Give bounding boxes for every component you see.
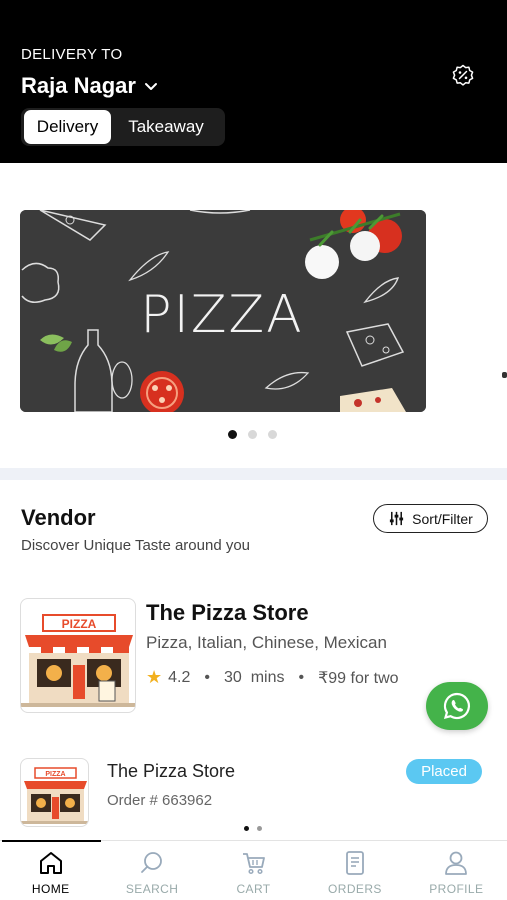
order-pagination	[244, 826, 262, 831]
home-icon	[39, 852, 62, 874]
nav-home[interactable]: HOME	[0, 840, 102, 900]
nav-search-label: SEARCH	[125, 882, 179, 896]
pagination-dot[interactable]	[268, 430, 277, 439]
pagination-dot[interactable]	[244, 826, 249, 831]
promo-banner[interactable]: PIZZA	[20, 210, 426, 412]
orders-icon	[346, 851, 364, 875]
nav-home-label: HOME	[31, 882, 70, 896]
location-selector[interactable]: Raja Nagar	[21, 73, 158, 99]
sort-filter-button[interactable]: Sort/Filter	[373, 504, 488, 533]
separator-dot: •	[204, 668, 210, 686]
banner-text: PIZZA	[140, 285, 304, 345]
order-status-badge: Placed	[406, 759, 482, 784]
location-name: Raja Nagar	[21, 73, 136, 98]
bottom-navigation: HOME SEARCH CART ORDERS PROFILE	[0, 840, 507, 900]
star-icon: ★	[146, 667, 163, 687]
nav-cart-label: CART	[236, 882, 271, 896]
whatsapp-button[interactable]	[426, 682, 488, 730]
section-subtitle: Discover Unique Taste around you	[21, 537, 251, 554]
vendor-card[interactable]: PIZZA The Pizza Store Pizza, Italian, Ch…	[20, 598, 480, 714]
percent-badge-icon[interactable]	[451, 64, 475, 88]
separator-dot: •	[298, 668, 305, 686]
pizza-store-illustration: PIZZA	[21, 614, 135, 707]
vendor-price: ₹99 for two	[318, 669, 399, 687]
order-vendor-name: The Pizza Store	[107, 761, 236, 781]
vendor-image: PIZZA	[20, 598, 136, 713]
store-sign-text: PIZZA	[62, 617, 97, 631]
nav-cart[interactable]: CART	[203, 841, 304, 900]
whatsapp-icon	[443, 692, 471, 720]
delivery-to-label: DELIVERY TO	[21, 46, 123, 63]
delivery-mode-toggle: Delivery Takeaway	[21, 108, 225, 146]
vendor-cuisine: Pizza, Italian, Chinese, Mexican	[146, 633, 387, 652]
vendor-meta: ★ 4.2 • 30 mins • ₹99 for two	[146, 667, 399, 688]
cart-icon	[242, 853, 265, 875]
chevron-down-icon	[144, 83, 157, 90]
sliders-icon	[390, 511, 404, 526]
takeaway-tab[interactable]: Takeaway	[111, 110, 221, 144]
store-sign-text: PIZZA	[45, 771, 65, 778]
delivery-tab[interactable]: Delivery	[24, 110, 111, 144]
pizza-store-illustration: PIZZA	[21, 767, 88, 824]
profile-icon	[445, 851, 468, 875]
recent-order-card[interactable]: PIZZA The Pizza Store Order # 663962 Pla…	[20, 758, 482, 828]
sort-filter-label: Sort/Filter	[412, 510, 473, 527]
section-title: Vendor	[21, 505, 96, 530]
nav-profile[interactable]: PROFILE	[406, 841, 507, 900]
vendor-rating: 4.2	[168, 668, 191, 686]
next-banner-edge	[502, 372, 507, 378]
pagination-dot[interactable]	[248, 430, 257, 439]
pizza-banner-illustration: PIZZA	[20, 210, 426, 412]
vendor-delivery-time: 30 mins	[224, 668, 285, 686]
nav-search[interactable]: SEARCH	[101, 841, 202, 900]
nav-orders[interactable]: ORDERS	[304, 841, 405, 900]
order-vendor-image: PIZZA	[20, 758, 89, 827]
header: DELIVERY TO Raja Nagar Delivery Takeaway	[0, 0, 507, 163]
nav-orders-label: ORDERS	[328, 882, 382, 896]
search-icon	[141, 852, 163, 873]
pagination-dot[interactable]	[228, 430, 237, 439]
vendor-name: The Pizza Store	[146, 600, 309, 625]
nav-profile-label: PROFILE	[429, 882, 484, 896]
order-number: Order # 663962	[107, 792, 213, 809]
pagination-dot[interactable]	[257, 826, 262, 831]
section-divider	[0, 468, 507, 480]
banner-pagination	[228, 430, 277, 439]
